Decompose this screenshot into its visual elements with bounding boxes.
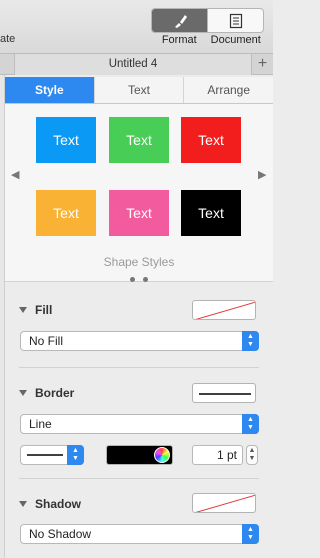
shape-style-swatch-red[interactable]: Text xyxy=(181,117,241,163)
shadow-type-popup[interactable]: No Shadow ▲ ▼ xyxy=(20,524,259,544)
border-type-popup[interactable]: Line ▲ ▼ xyxy=(20,414,259,434)
disclosure-triangle-icon xyxy=(19,307,27,313)
border-type-value: Line xyxy=(29,417,52,431)
shape-styles-gallery: ◀ ▶ Text Text Text Text Text Text Shape … xyxy=(5,104,273,282)
shape-style-swatch-green[interactable]: Text xyxy=(109,117,169,163)
no-color-slash-icon xyxy=(195,301,255,319)
paintbrush-icon xyxy=(174,14,187,28)
border-section-header[interactable]: Border xyxy=(19,386,74,400)
shadow-section-header[interactable]: Shadow xyxy=(19,497,81,511)
border-width-stepper[interactable]: ▲ ▼ xyxy=(246,445,258,465)
popup-arrows-icon: ▲ ▼ xyxy=(242,524,259,544)
popup-arrows-icon: ▲ ▼ xyxy=(242,414,259,434)
format-label: Format xyxy=(161,34,197,46)
page-indicator[interactable] xyxy=(5,271,273,285)
popup-arrows-icon: ▲ ▼ xyxy=(67,445,84,465)
fill-label: Fill xyxy=(35,303,53,317)
tab-arrange[interactable]: Arrange xyxy=(184,77,273,103)
inspector-mode-segmented-control[interactable] xyxy=(151,8,264,33)
fill-color-well[interactable] xyxy=(192,300,256,320)
popup-arrows-icon: ▲ ▼ xyxy=(242,331,259,351)
shape-style-swatch-blue[interactable]: Text xyxy=(36,117,96,163)
section-divider xyxy=(19,478,259,479)
page-dot[interactable] xyxy=(130,277,136,282)
toolbar-item-label-truncated[interactable]: ate xyxy=(0,33,15,45)
document-icon xyxy=(229,13,242,28)
line-pattern-popup[interactable]: ▲ ▼ xyxy=(20,445,84,465)
section-divider xyxy=(19,367,259,368)
segmented-control-labels: Format Document xyxy=(151,34,264,46)
fill-section-header[interactable]: Fill xyxy=(19,303,52,317)
fill-type-value: No Fill xyxy=(29,334,64,348)
add-tab-button[interactable]: + xyxy=(252,54,273,75)
next-styles-arrow[interactable]: ▶ xyxy=(258,168,266,181)
fill-type-popup[interactable]: No Fill ▲ ▼ xyxy=(20,331,259,351)
shape-style-swatch-black[interactable]: Text xyxy=(181,190,241,236)
document-button[interactable] xyxy=(207,9,263,32)
line-style-icon xyxy=(199,393,251,395)
shape-styles-caption: Shape Styles xyxy=(103,255,175,269)
window-toolbar: ate Format Document xyxy=(0,0,273,53)
page-dot[interactable] xyxy=(142,277,148,282)
tab-text[interactable]: Text xyxy=(95,77,185,103)
document-tab[interactable]: Untitled 4 xyxy=(14,54,252,75)
border-color-well[interactable] xyxy=(106,445,173,465)
shadow-label: Shadow xyxy=(35,497,82,511)
tab-style[interactable]: Style xyxy=(5,77,95,103)
disclosure-triangle-icon xyxy=(19,501,27,507)
disclosure-triangle-icon xyxy=(19,390,27,396)
inspector-tabs: Style Text Arrange xyxy=(5,77,273,104)
border-style-well[interactable] xyxy=(192,383,256,403)
shadow-color-well[interactable] xyxy=(192,493,256,513)
document-tab-bar: Untitled 4 + xyxy=(0,53,273,75)
document-label: Document xyxy=(210,34,261,46)
border-label: Border xyxy=(35,386,75,400)
shape-style-swatch-pink[interactable]: Text xyxy=(109,190,169,236)
previous-styles-arrow[interactable]: ◀ xyxy=(11,168,19,181)
solid-line-icon xyxy=(27,454,63,456)
shape-style-swatch-orange[interactable]: Text xyxy=(36,190,96,236)
format-inspector: Style Text Arrange ◀ ▶ Text Text Text Te… xyxy=(5,75,273,558)
format-button[interactable] xyxy=(152,9,207,32)
color-wheel-icon[interactable] xyxy=(154,447,170,463)
shadow-type-value: No Shadow xyxy=(29,527,92,541)
no-color-slash-icon xyxy=(195,494,255,512)
border-width-field[interactable]: 1 pt xyxy=(192,445,243,465)
